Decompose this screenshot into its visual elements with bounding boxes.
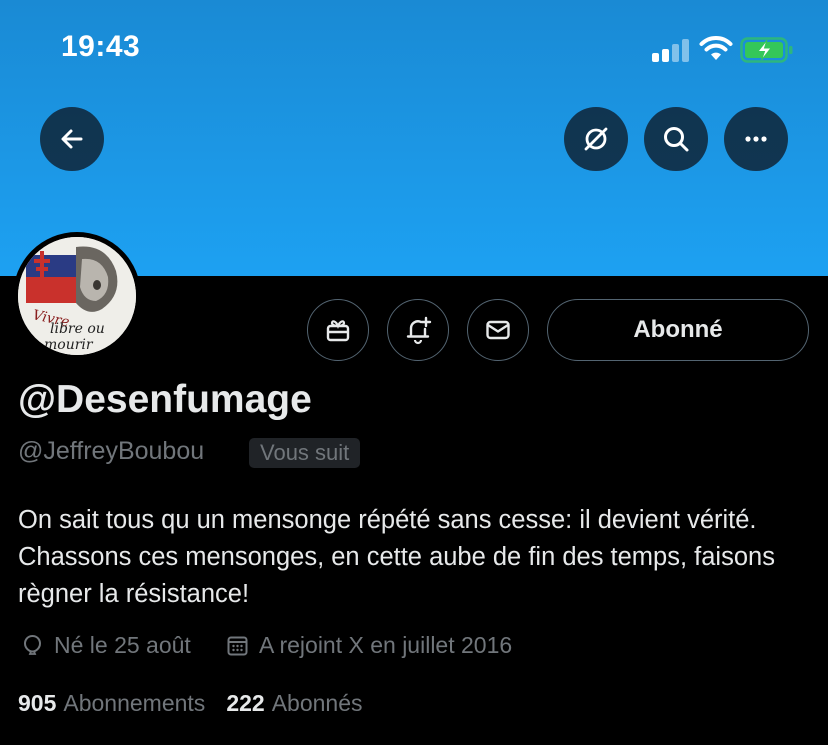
avatar[interactable]: Vivre libre ou mourir: [13, 232, 141, 360]
gift-icon: [326, 320, 350, 342]
search-button[interactable]: [644, 107, 708, 171]
calendar-icon: [227, 636, 248, 656]
cellular-signal-icon: [652, 38, 690, 62]
notify-button[interactable]: [387, 299, 449, 361]
status-time: 19:43: [61, 30, 141, 63]
grok-button[interactable]: [564, 107, 628, 171]
followers-link[interactable]: 222 Abonnés: [226, 690, 362, 717]
grok-icon: [584, 127, 608, 151]
joined-text: A rejoint X en juillet 2016: [259, 632, 513, 658]
envelope-icon: [486, 320, 510, 340]
battery-charging-icon: [740, 37, 793, 63]
followers-count: 222: [226, 690, 265, 716]
avatar-image: Vivre libre ou mourir: [18, 237, 136, 355]
display-name: @Desenfumage: [18, 378, 312, 421]
bell-plus-icon: [406, 316, 432, 345]
back-button[interactable]: [40, 107, 104, 171]
following-label: Abonnements: [63, 690, 206, 716]
balloon-icon: [23, 634, 42, 655]
following-count: 905: [18, 690, 57, 716]
joined-row: A rejoint X en juillet 2016: [225, 632, 512, 659]
follows-you-badge: Vous suit: [249, 438, 361, 468]
profile-bio: On sait tous qu un mensonge répété sans …: [18, 506, 775, 608]
user-handle: @JeffreyBoubou: [18, 437, 205, 465]
follow-stats: 905 Abonnements 222 Abonnés: [18, 690, 384, 717]
message-button[interactable]: [467, 299, 529, 361]
gift-button[interactable]: [307, 299, 369, 361]
birthday-text: Né le 25 août: [54, 632, 191, 658]
following-link[interactable]: 905 Abonnements: [18, 690, 205, 717]
more-icon: [745, 136, 767, 142]
following-button[interactable]: Abonné: [547, 299, 809, 361]
wifi-icon: [699, 36, 733, 60]
birthday-row: Né le 25 août: [20, 632, 191, 659]
svg-text:mourir: mourir: [44, 337, 94, 353]
search-icon: [664, 127, 689, 152]
more-button[interactable]: [724, 107, 788, 171]
followers-label: Abonnés: [271, 690, 363, 716]
arrow-left-icon: [61, 129, 83, 149]
svg-text:libre ou: libre ou: [50, 321, 105, 337]
